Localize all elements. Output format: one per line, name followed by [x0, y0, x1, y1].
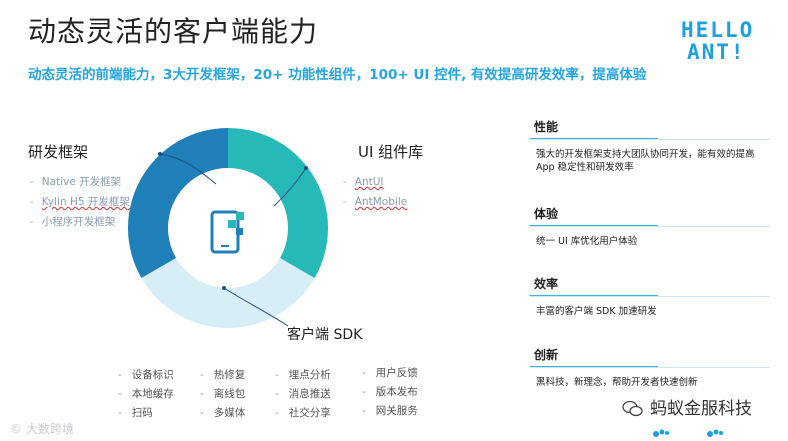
benefit-body: 丰富的客户端 SDK 加速研发 [536, 306, 657, 317]
list-item-label: Native 开发框架 [41, 176, 122, 188]
rd-framework-title: 研发框架 [28, 143, 89, 161]
feature-label: 设备标识 [131, 369, 174, 381]
watermark-text: 蚂蚁金服科技 [650, 399, 752, 419]
list-item: - 小程序开发框架 [30, 216, 116, 228]
feature-label: 埋点分析 [288, 369, 331, 381]
rd-framework-list: - Native 开发框架 - Kylin H5 开发框架 - 小程序开发框架 [30, 172, 130, 232]
list-item: - AntMobile [343, 196, 408, 208]
list-item: - Kylin H5 开发框架 [30, 196, 130, 208]
feature-item: - 社交分享 [275, 407, 331, 419]
watermark-text: 大数跨境 [25, 422, 74, 436]
benefit-title: 性能 [534, 120, 559, 134]
feature-label: 社交分享 [288, 407, 331, 419]
feature-column-3: - 埋点分析 - 消息推送 - 社交分享 [275, 366, 331, 423]
watermark-right: 蚂蚁金服科技 [622, 394, 752, 419]
feature-column-1: - 设备标识 - 本地缓存 - 扫码 [118, 366, 174, 423]
list-item-label: 小程序开发框架 [41, 216, 116, 228]
feature-item: - 消息推送 [275, 388, 331, 400]
feature-label: 用户反馈 [375, 367, 418, 379]
feature-item: - 热修复 [200, 369, 246, 381]
connector-bottom-dot [222, 286, 226, 290]
feature-column-2: - 热修复 - 离线包 - 多媒体 [200, 366, 245, 423]
feature-item: - 用户反馈 [362, 367, 418, 379]
benefit-title: 体验 [534, 207, 559, 221]
list-item-label: AntUI [354, 176, 384, 188]
ui-library-title: UI 组件库 [358, 143, 424, 161]
client-sdk-title: 客户端 SDK [287, 327, 363, 343]
feature-label: 多媒体 [213, 407, 246, 419]
feature-item: - 离线包 [200, 388, 246, 400]
feature-label: 离线包 [213, 388, 246, 400]
benefit-efficiency: 效率 丰富的客户端 SDK 加速研发 [530, 274, 770, 318]
benefit-body: 黑科技，新理念，帮助开发者快速创新 [536, 377, 698, 388]
copyright-icon: © [10, 422, 22, 436]
feature-label: 网关服务 [375, 405, 418, 417]
feature-item: - 设备标识 [118, 369, 174, 381]
benefit-performance: 性能 强大的开发框架支持大团队协同开发，能有效的提高 App 稳定性和研发效率 [530, 117, 770, 174]
feature-label: 扫码 [131, 407, 153, 419]
watermark-left: © 大数跨境 [10, 420, 74, 437]
list-item-label: AntMobile [354, 196, 408, 208]
page-subtitle: 动态灵活的前端能力，3大开发框架，20+ 功能性组件，100+ UI 控件, 有… [28, 67, 647, 83]
feature-item: - 本地缓存 [118, 388, 174, 400]
feature-item: - 网关服务 [362, 405, 418, 417]
benefit-title: 创新 [534, 348, 559, 362]
feature-item: - 多媒体 [200, 407, 246, 419]
benefit-body: 统一 UI 库优化用户体验 [536, 236, 638, 247]
ants-decoration-icon [653, 429, 723, 437]
list-item: - AntUI [343, 176, 384, 188]
feature-label: 版本发布 [375, 386, 418, 398]
connector-right-dot [304, 166, 308, 170]
connector-left-dot [158, 152, 162, 156]
feature-label: 热修复 [213, 369, 246, 381]
wechat-icon [622, 400, 643, 417]
benefit-title: 效率 [534, 277, 559, 291]
feature-label: 消息推送 [288, 388, 331, 400]
capability-donut [128, 128, 328, 328]
page-title: 动态灵活的客户端能力 [28, 15, 319, 48]
benefit-innovation: 创新 黑科技，新理念，帮助开发者快速创新 [530, 345, 770, 389]
feature-item: - 版本发布 [362, 386, 418, 398]
logo-line-1: HELLO [681, 18, 755, 42]
hello-ant-logo: HELLO ANT! [681, 18, 761, 76]
feature-item: - 扫码 [118, 407, 153, 419]
list-item: - Native 开发框架 [30, 176, 122, 188]
logo-line-2: ANT! [687, 40, 746, 64]
benefit-experience: 体验 统一 UI 库优化用户体验 [530, 204, 770, 248]
benefit-body: 强大的开发框架支持大团队协同开发，能有效的提高 App 稳定性和研发效率 [536, 149, 755, 173]
feature-item: - 埋点分析 [275, 369, 331, 381]
feature-label: 本地缓存 [131, 388, 174, 400]
ui-library-list: - AntUI - AntMobile [343, 172, 407, 212]
list-item-label: Kylin H5 开发框架 [41, 196, 130, 208]
feature-column-4: - 用户反馈 - 版本发布 - 网关服务 [362, 364, 418, 421]
